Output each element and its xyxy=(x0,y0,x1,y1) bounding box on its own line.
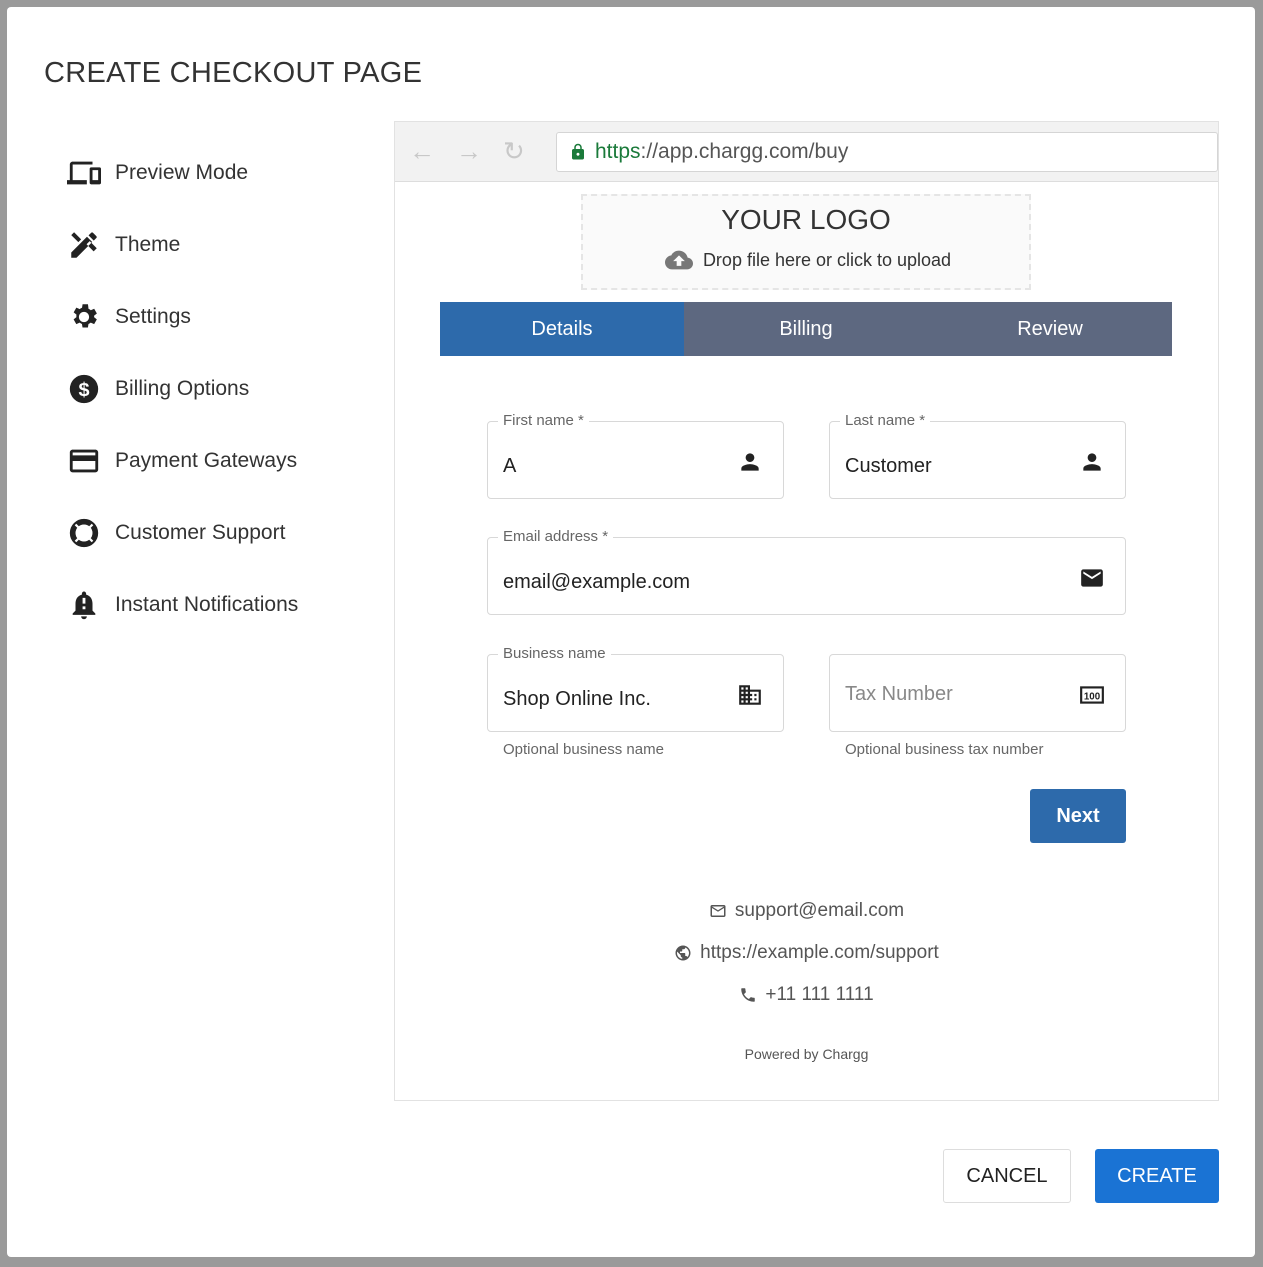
field-value: email@example.com xyxy=(503,571,691,593)
sidebar-nav: Preview Mode Theme Settings $ Billing Opt… xyxy=(67,137,298,641)
field-placeholder: Tax Number xyxy=(845,683,953,705)
sidebar-item-theme[interactable]: Theme xyxy=(67,209,298,281)
theme-tools-icon xyxy=(71,232,97,258)
browser-bar: ← → ↻ https://app.chargg.com/buy xyxy=(395,122,1218,182)
tab-review[interactable]: Review xyxy=(928,302,1172,356)
sidebar-item-billing-options[interactable]: $ Billing Options xyxy=(67,353,298,425)
business-name-hint: Optional business name xyxy=(503,741,664,758)
sidebar-item-instant-notifications[interactable]: Instant Notifications xyxy=(67,569,298,641)
support-email-text: support@email.com xyxy=(734,900,905,921)
support-phone-text: +11 111 1111 xyxy=(765,984,874,1005)
sidebar-item-label: Payment Gateways xyxy=(115,449,298,472)
field-value: Shop Online Inc. xyxy=(503,688,651,710)
tax-id-icon: 100 xyxy=(1080,686,1104,704)
envelope-icon xyxy=(1081,569,1103,587)
sidebar-item-customer-support[interactable]: Customer Support xyxy=(67,497,298,569)
sidebar-item-label: Settings xyxy=(115,305,191,328)
lock-icon xyxy=(572,143,584,159)
support-phone[interactable]: +11 111 1111 xyxy=(395,984,1218,1006)
support-url[interactable]: https://example.com/support xyxy=(395,942,1218,964)
logo-placeholder: YOUR LOGO xyxy=(721,204,891,235)
sidebar-item-settings[interactable]: Settings xyxy=(67,281,298,353)
address-bar[interactable]: https://app.chargg.com/buy xyxy=(556,131,1218,172)
credit-card-icon xyxy=(69,449,99,473)
support-email[interactable]: support@email.com xyxy=(395,900,1218,922)
field-label: Business name xyxy=(498,645,611,662)
sidebar-item-label: Customer Support xyxy=(115,521,286,544)
sidebar-item-label: Preview Mode xyxy=(115,161,249,184)
upload-hint: Drop file here or click to upload xyxy=(702,249,952,270)
cancel-button[interactable]: CANCEL xyxy=(943,1149,1071,1203)
powered-by: Powered by Chargg xyxy=(744,1046,869,1062)
gear-icon xyxy=(73,304,97,328)
sidebar-item-payment-gateways[interactable]: Payment Gateways xyxy=(67,425,298,497)
create-checkout-dialog: CREATE CHECKOUT PAGE Preview Mode Theme … xyxy=(7,7,1255,1257)
svg-text:100: 100 xyxy=(1084,691,1101,702)
building-icon xyxy=(739,685,761,705)
back-arrow-icon[interactable]: ← xyxy=(409,136,456,167)
person-icon xyxy=(741,453,759,471)
field-value: A xyxy=(503,455,517,477)
forward-arrow-icon[interactable]: → xyxy=(456,136,503,167)
first-name-field[interactable]: First name * A xyxy=(487,412,784,499)
checkout-preview: ← → ↻ https://app.chargg.com/buy YOUR LO… xyxy=(394,121,1219,1101)
next-button[interactable]: Next xyxy=(1030,789,1126,843)
devices-icon xyxy=(67,161,101,185)
email-field[interactable]: Email address * email@example.com xyxy=(487,528,1126,615)
cloud-upload-icon xyxy=(664,250,693,270)
field-label: Email address * xyxy=(498,528,614,545)
url-path: ://app.chargg.com/buy xyxy=(640,139,849,163)
globe-icon xyxy=(675,945,691,961)
tab-billing[interactable]: Billing xyxy=(684,302,928,356)
person-icon xyxy=(1083,453,1101,471)
url-scheme: https xyxy=(595,139,641,163)
field-label: Last name * xyxy=(840,412,931,429)
dollar-icon: $ xyxy=(69,374,99,404)
sidebar-item-label: Instant Notifications xyxy=(115,593,299,616)
envelope-outline-icon xyxy=(710,905,726,917)
tax-number-field[interactable]: Tax Number 100 xyxy=(829,654,1126,732)
field-label: First name * xyxy=(498,412,589,429)
lifebuoy-icon xyxy=(69,518,99,548)
sidebar-item-preview-mode[interactable]: Preview Mode xyxy=(67,137,298,209)
sidebar-item-label: Theme xyxy=(115,233,181,256)
checkout-steps: Details Billing Review xyxy=(440,302,1172,356)
reload-icon[interactable]: ↻ xyxy=(503,136,550,167)
phone-icon xyxy=(741,988,756,1002)
logo-upload-dropzone[interactable]: YOUR LOGO Drop file here or click to upl… xyxy=(581,194,1031,290)
field-value: Customer xyxy=(845,455,932,477)
tab-details[interactable]: Details xyxy=(440,302,684,356)
create-button[interactable]: CREATE xyxy=(1095,1149,1219,1203)
svg-text:$: $ xyxy=(78,379,89,401)
tax-number-hint: Optional business tax number xyxy=(845,741,1044,758)
dialog-title: CREATE CHECKOUT PAGE xyxy=(44,57,423,89)
last-name-field[interactable]: Last name * Customer xyxy=(829,412,1126,499)
sidebar-item-label: Billing Options xyxy=(115,377,250,400)
business-name-field[interactable]: Business name Shop Online Inc. xyxy=(487,645,784,732)
support-url-text: https://example.com/support xyxy=(700,942,939,963)
bell-icon xyxy=(72,591,96,620)
